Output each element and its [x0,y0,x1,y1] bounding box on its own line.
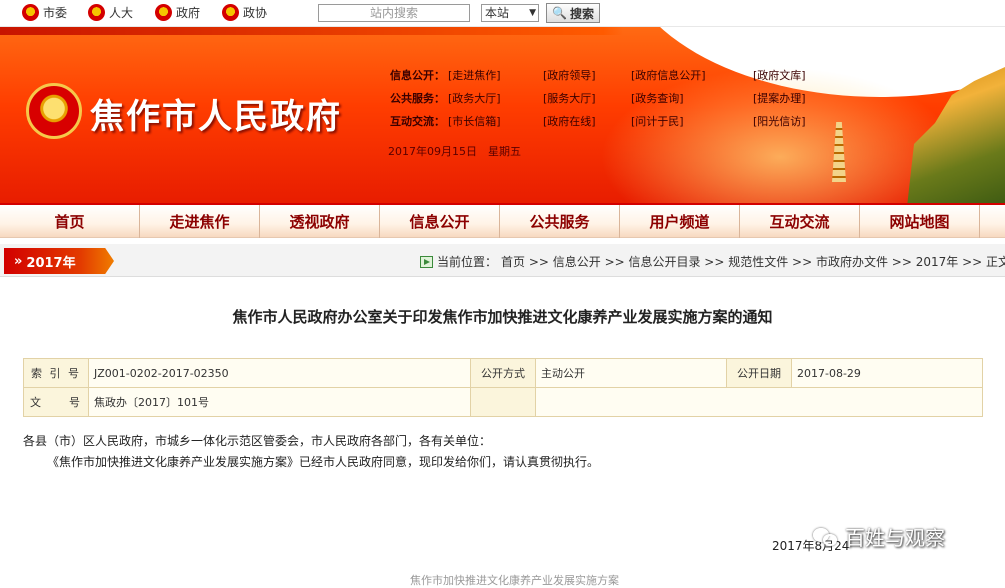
nav-user-channel[interactable]: 用户频道 [620,205,740,238]
salutation: 各县（市）区人民政府，市城乡一体化示范区管委会，市人民政府各部门，各有关单位： [23,434,492,448]
open-mode-value: 主动公开 [535,358,727,388]
main-navigation: 首页 走进焦作 透视政府 信息公开 公共服务 用户频道 互动交流 网站地图 [0,203,1005,238]
doc-no-label: 文 号 [23,387,89,417]
body-paragraph: 《焦作市加快推进文化康养产业发展实施方案》已经市人民政府同意，现印发给你们，请认… [47,455,600,469]
current-date: 2017年09月15日 星期五 [388,145,521,158]
top-utility-bar: 市委 人大 政府 政协 站内搜索 本站 ▼ 🔍 搜索 设为首页 加入收藏 [0,0,1005,27]
year-tab[interactable]: » 2017年 [4,248,114,274]
header-link-leaders[interactable]: [政府领导] [543,67,596,83]
breadcrumb: 当前位置： 首页 >> 信息公开 >> 信息公开目录 >> 规范性文件 >> 市… [420,253,1005,270]
header-link-service-hall[interactable]: [服务大厅] [543,90,596,106]
search-icon: 🔍 [552,6,567,20]
national-emblem-icon [88,4,105,21]
nav-home[interactable]: 首页 [0,205,140,238]
party-link-city-committee[interactable]: 市委 [22,4,67,21]
header-link-ask[interactable]: [问计于民] [631,113,684,129]
wechat-icon [813,526,839,548]
header-link-mayor-mail[interactable]: [市长信箱] [448,113,501,129]
party-emblem-icon [22,4,39,21]
index-label: 索 引 号 [23,358,89,388]
party-link-cppcc[interactable]: 政协 [222,4,267,21]
search-scope-select[interactable]: 本站 ▼ [481,4,539,22]
nav-info-open[interactable]: 信息公开 [380,205,500,238]
double-chevron-icon: » [14,253,23,269]
site-title: 焦作市人民政府 [90,97,342,137]
nav-zoujin[interactable]: 走进焦作 [140,205,260,238]
breadcrumb-path[interactable]: 首页 >> 信息公开 >> 信息公开目录 >> 规范性文件 >> 市政府办文件 … [501,253,1005,270]
nav-public-service[interactable]: 公共服务 [500,205,620,238]
header-link-zoujin[interactable]: [走进焦作] [448,67,501,83]
open-date-value: 2017-08-29 [791,358,983,388]
party-link-government[interactable]: 政府 [155,4,200,21]
index-value: JZ001-0202-2017-02350 [88,358,471,388]
party-link-congress[interactable]: 人大 [88,4,133,21]
header-link-petition[interactable]: [阳光信访] [753,113,806,129]
set-homepage-link[interactable]: 设为首页 [844,6,892,23]
header-link-query[interactable]: [政务查询] [631,90,684,106]
open-mode-label: 公开方式 [470,358,536,388]
nav-interaction[interactable]: 互动交流 [740,205,860,238]
attachment-title-partial: 焦作市加快推进文化康养产业发展实施方案 [410,574,619,587]
header-link-library[interactable]: [政府文库] [753,67,806,83]
header-link-info-open[interactable]: [政府信息公开] [631,67,706,83]
document-meta-table: 索 引 号 JZ001-0202-2017-02350 公开方式 主动公开 公开… [23,358,983,417]
add-favorite-link[interactable]: 加入收藏 [915,6,963,23]
site-search-input[interactable]: 站内搜索 [318,4,470,22]
header-link-hall[interactable]: [政务大厅] [448,90,501,106]
nav-sitemap[interactable]: 网站地图 [860,205,980,238]
national-emblem-icon [155,4,172,21]
header-link-online[interactable]: [政府在线] [543,113,596,129]
document-title: 焦作市人民政府办公室关于印发焦作市加快推进文化康养产业发展实施方案的通知 [232,308,773,326]
header-banner: 焦作市人民政府 信息公开： [走进焦作] [政府领导] [政府信息公开] [政府… [0,27,1005,203]
cppcc-emblem-icon [222,4,239,21]
search-button[interactable]: 🔍 搜索 [546,3,600,23]
chevron-down-icon: ▼ [529,8,536,18]
open-date-label: 公开日期 [726,358,792,388]
nav-government[interactable]: 透视政府 [260,205,380,238]
location-icon [420,255,433,268]
national-emblem-icon [26,83,82,139]
header-link-proposal[interactable]: [提案办理] [753,90,806,106]
location-bar: » 2017年 当前位置： 首页 >> 信息公开 >> 信息公开目录 >> 规范… [0,244,1005,277]
doc-no-value: 焦政办〔2017〕101号 [88,387,471,417]
watermark: 百姓与观察 [813,522,945,551]
